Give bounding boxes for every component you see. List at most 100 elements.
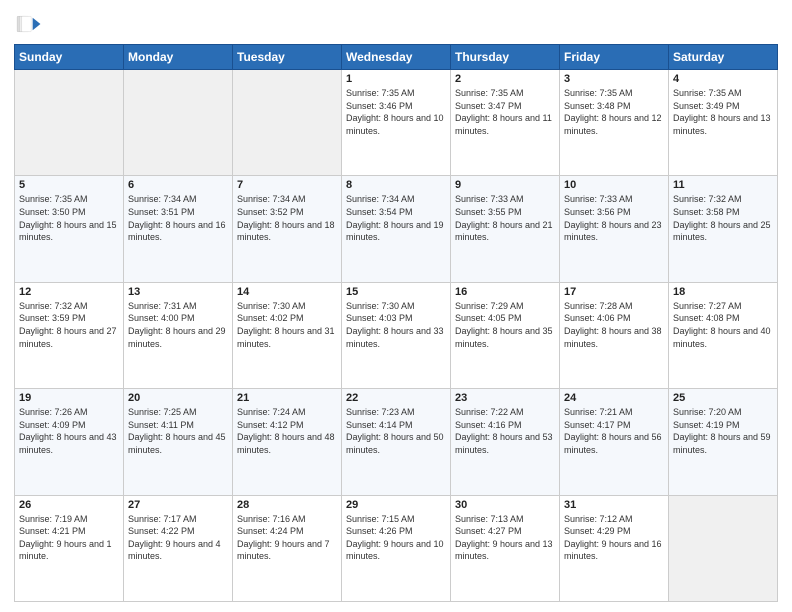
- day-number: 15: [346, 286, 446, 298]
- day-number: 22: [346, 392, 446, 404]
- day-number: 23: [455, 392, 555, 404]
- day-cell: 10 Sunrise: 7:33 AM Sunset: 3:56 PM Dayl…: [560, 176, 669, 282]
- day-info: Sunrise: 7:35 AM Sunset: 3:48 PM Dayligh…: [564, 87, 664, 137]
- day-cell: 28 Sunrise: 7:16 AM Sunset: 4:24 PM Dayl…: [233, 495, 342, 601]
- day-cell: 25 Sunrise: 7:20 AM Sunset: 4:19 PM Dayl…: [669, 389, 778, 495]
- day-info: Sunrise: 7:20 AM Sunset: 4:19 PM Dayligh…: [673, 406, 773, 456]
- weekday-header-tuesday: Tuesday: [233, 45, 342, 70]
- page: SundayMondayTuesdayWednesdayThursdayFrid…: [0, 0, 792, 612]
- day-number: 7: [237, 179, 337, 191]
- day-info: Sunrise: 7:24 AM Sunset: 4:12 PM Dayligh…: [237, 406, 337, 456]
- day-cell: 22 Sunrise: 7:23 AM Sunset: 4:14 PM Dayl…: [342, 389, 451, 495]
- day-number: 30: [455, 499, 555, 511]
- day-number: 16: [455, 286, 555, 298]
- weekday-header-friday: Friday: [560, 45, 669, 70]
- day-info: Sunrise: 7:19 AM Sunset: 4:21 PM Dayligh…: [19, 513, 119, 563]
- day-cell: 8 Sunrise: 7:34 AM Sunset: 3:54 PM Dayli…: [342, 176, 451, 282]
- day-number: 10: [564, 179, 664, 191]
- day-cell: [124, 70, 233, 176]
- day-cell: 7 Sunrise: 7:34 AM Sunset: 3:52 PM Dayli…: [233, 176, 342, 282]
- day-info: Sunrise: 7:34 AM Sunset: 3:52 PM Dayligh…: [237, 193, 337, 243]
- day-info: Sunrise: 7:33 AM Sunset: 3:55 PM Dayligh…: [455, 193, 555, 243]
- day-info: Sunrise: 7:30 AM Sunset: 4:02 PM Dayligh…: [237, 300, 337, 350]
- weekday-header-sunday: Sunday: [15, 45, 124, 70]
- day-info: Sunrise: 7:32 AM Sunset: 3:59 PM Dayligh…: [19, 300, 119, 350]
- day-info: Sunrise: 7:31 AM Sunset: 4:00 PM Dayligh…: [128, 300, 228, 350]
- day-number: 5: [19, 179, 119, 191]
- day-cell: [15, 70, 124, 176]
- day-info: Sunrise: 7:29 AM Sunset: 4:05 PM Dayligh…: [455, 300, 555, 350]
- day-info: Sunrise: 7:35 AM Sunset: 3:49 PM Dayligh…: [673, 87, 773, 137]
- weekday-header-saturday: Saturday: [669, 45, 778, 70]
- day-number: 27: [128, 499, 228, 511]
- day-number: 14: [237, 286, 337, 298]
- day-number: 2: [455, 73, 555, 85]
- day-cell: 9 Sunrise: 7:33 AM Sunset: 3:55 PM Dayli…: [451, 176, 560, 282]
- day-number: 31: [564, 499, 664, 511]
- day-number: 9: [455, 179, 555, 191]
- day-number: 1: [346, 73, 446, 85]
- day-number: 18: [673, 286, 773, 298]
- week-row-4: 19 Sunrise: 7:26 AM Sunset: 4:09 PM Dayl…: [15, 389, 778, 495]
- day-number: 4: [673, 73, 773, 85]
- day-info: Sunrise: 7:15 AM Sunset: 4:26 PM Dayligh…: [346, 513, 446, 563]
- day-info: Sunrise: 7:27 AM Sunset: 4:08 PM Dayligh…: [673, 300, 773, 350]
- day-number: 28: [237, 499, 337, 511]
- week-row-3: 12 Sunrise: 7:32 AM Sunset: 3:59 PM Dayl…: [15, 282, 778, 388]
- day-cell: 11 Sunrise: 7:32 AM Sunset: 3:58 PM Dayl…: [669, 176, 778, 282]
- day-cell: 15 Sunrise: 7:30 AM Sunset: 4:03 PM Dayl…: [342, 282, 451, 388]
- day-info: Sunrise: 7:25 AM Sunset: 4:11 PM Dayligh…: [128, 406, 228, 456]
- day-cell: 14 Sunrise: 7:30 AM Sunset: 4:02 PM Dayl…: [233, 282, 342, 388]
- day-cell: 4 Sunrise: 7:35 AM Sunset: 3:49 PM Dayli…: [669, 70, 778, 176]
- day-cell: 12 Sunrise: 7:32 AM Sunset: 3:59 PM Dayl…: [15, 282, 124, 388]
- day-cell: [233, 70, 342, 176]
- day-cell: 6 Sunrise: 7:34 AM Sunset: 3:51 PM Dayli…: [124, 176, 233, 282]
- weekday-header-wednesday: Wednesday: [342, 45, 451, 70]
- day-cell: 26 Sunrise: 7:19 AM Sunset: 4:21 PM Dayl…: [15, 495, 124, 601]
- day-info: Sunrise: 7:22 AM Sunset: 4:16 PM Dayligh…: [455, 406, 555, 456]
- logo: [14, 10, 46, 38]
- week-row-5: 26 Sunrise: 7:19 AM Sunset: 4:21 PM Dayl…: [15, 495, 778, 601]
- week-row-2: 5 Sunrise: 7:35 AM Sunset: 3:50 PM Dayli…: [15, 176, 778, 282]
- day-number: 12: [19, 286, 119, 298]
- day-info: Sunrise: 7:16 AM Sunset: 4:24 PM Dayligh…: [237, 513, 337, 563]
- day-cell: 5 Sunrise: 7:35 AM Sunset: 3:50 PM Dayli…: [15, 176, 124, 282]
- weekday-header-monday: Monday: [124, 45, 233, 70]
- day-cell: 21 Sunrise: 7:24 AM Sunset: 4:12 PM Dayl…: [233, 389, 342, 495]
- weekday-header-row: SundayMondayTuesdayWednesdayThursdayFrid…: [15, 45, 778, 70]
- day-info: Sunrise: 7:28 AM Sunset: 4:06 PM Dayligh…: [564, 300, 664, 350]
- day-info: Sunrise: 7:35 AM Sunset: 3:46 PM Dayligh…: [346, 87, 446, 137]
- day-info: Sunrise: 7:30 AM Sunset: 4:03 PM Dayligh…: [346, 300, 446, 350]
- day-info: Sunrise: 7:32 AM Sunset: 3:58 PM Dayligh…: [673, 193, 773, 243]
- day-number: 11: [673, 179, 773, 191]
- day-number: 19: [19, 392, 119, 404]
- day-info: Sunrise: 7:21 AM Sunset: 4:17 PM Dayligh…: [564, 406, 664, 456]
- calendar-table: SundayMondayTuesdayWednesdayThursdayFrid…: [14, 44, 778, 602]
- day-info: Sunrise: 7:13 AM Sunset: 4:27 PM Dayligh…: [455, 513, 555, 563]
- day-number: 17: [564, 286, 664, 298]
- day-cell: 24 Sunrise: 7:21 AM Sunset: 4:17 PM Dayl…: [560, 389, 669, 495]
- header: [14, 10, 778, 38]
- day-cell: 23 Sunrise: 7:22 AM Sunset: 4:16 PM Dayl…: [451, 389, 560, 495]
- day-cell: 31 Sunrise: 7:12 AM Sunset: 4:29 PM Dayl…: [560, 495, 669, 601]
- day-info: Sunrise: 7:23 AM Sunset: 4:14 PM Dayligh…: [346, 406, 446, 456]
- day-info: Sunrise: 7:17 AM Sunset: 4:22 PM Dayligh…: [128, 513, 228, 563]
- day-cell: 19 Sunrise: 7:26 AM Sunset: 4:09 PM Dayl…: [15, 389, 124, 495]
- day-cell: 27 Sunrise: 7:17 AM Sunset: 4:22 PM Dayl…: [124, 495, 233, 601]
- day-number: 8: [346, 179, 446, 191]
- day-cell: 2 Sunrise: 7:35 AM Sunset: 3:47 PM Dayli…: [451, 70, 560, 176]
- day-number: 13: [128, 286, 228, 298]
- week-row-1: 1 Sunrise: 7:35 AM Sunset: 3:46 PM Dayli…: [15, 70, 778, 176]
- day-cell: 3 Sunrise: 7:35 AM Sunset: 3:48 PM Dayli…: [560, 70, 669, 176]
- weekday-header-thursday: Thursday: [451, 45, 560, 70]
- day-number: 20: [128, 392, 228, 404]
- day-info: Sunrise: 7:35 AM Sunset: 3:47 PM Dayligh…: [455, 87, 555, 137]
- day-info: Sunrise: 7:35 AM Sunset: 3:50 PM Dayligh…: [19, 193, 119, 243]
- day-cell: [669, 495, 778, 601]
- day-info: Sunrise: 7:12 AM Sunset: 4:29 PM Dayligh…: [564, 513, 664, 563]
- day-cell: 16 Sunrise: 7:29 AM Sunset: 4:05 PM Dayl…: [451, 282, 560, 388]
- day-cell: 17 Sunrise: 7:28 AM Sunset: 4:06 PM Dayl…: [560, 282, 669, 388]
- day-cell: 13 Sunrise: 7:31 AM Sunset: 4:00 PM Dayl…: [124, 282, 233, 388]
- day-number: 29: [346, 499, 446, 511]
- logo-icon: [14, 10, 42, 38]
